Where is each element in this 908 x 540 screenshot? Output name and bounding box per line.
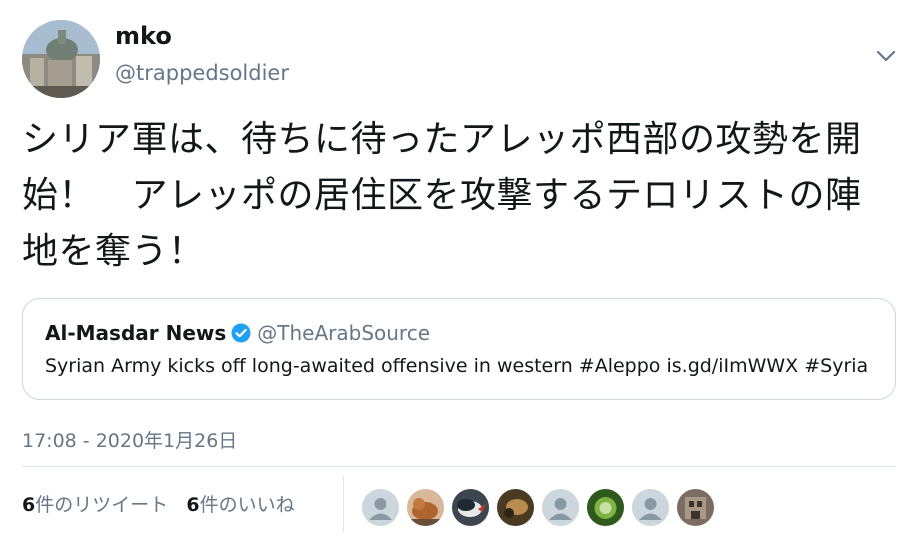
retweet-label: 件のリツイート	[35, 494, 169, 516]
chevron-down-icon[interactable]	[872, 44, 900, 68]
tweet-timestamp[interactable]: 17:08 - 2020年1月26日	[22, 426, 237, 453]
liker-avatar[interactable]	[407, 489, 444, 526]
cabbage-photo-icon	[587, 489, 624, 526]
engagement-stats: 6件のリツイート 6件のいいね	[22, 490, 295, 517]
liker-avatar[interactable]	[452, 489, 489, 526]
animal-photo-icon	[497, 489, 534, 526]
quoted-tweet[interactable]: Al-Masdar News @TheArabSource Syrian Army…	[22, 298, 896, 400]
stats-separator	[343, 476, 344, 532]
author-name[interactable]: mko	[115, 22, 172, 50]
retweet-count-link[interactable]: 6件のリツイート	[22, 494, 168, 516]
liker-avatar[interactable]	[677, 489, 714, 526]
building-photo-icon	[677, 489, 714, 526]
tweet-text: シリア軍は、待ちに待ったアレッポ西部の攻勢を開始！ アレッポの居住区を攻撃するテ…	[22, 119, 862, 272]
retweet-count: 6	[22, 494, 36, 516]
default-user-icon	[632, 489, 669, 526]
liker-avatar[interactable]	[362, 489, 399, 526]
quoted-tweet-header: Al-Masdar News @TheArabSource	[45, 321, 430, 348]
author-handle[interactable]: @trappedsoldier	[115, 61, 289, 85]
quoted-author-handle: @TheArabSource	[257, 321, 431, 345]
default-user-icon	[542, 489, 579, 526]
bird-photo-icon	[452, 489, 489, 526]
author-avatar[interactable]	[22, 20, 100, 98]
liker-avatar[interactable]	[587, 489, 624, 526]
quoted-author-name: Al-Masdar News	[45, 321, 227, 345]
cathedral-icon	[22, 20, 100, 98]
like-count: 6	[186, 494, 200, 516]
liker-avatar[interactable]	[542, 489, 579, 526]
liker-avatar[interactable]	[632, 489, 669, 526]
divider	[22, 466, 896, 467]
like-label: 件のいいね	[199, 494, 295, 516]
default-user-icon	[362, 489, 399, 526]
quoted-tweet-text: Syrian Army kicks off long-awaited offen…	[45, 355, 869, 377]
liker-avatar[interactable]	[497, 489, 534, 526]
cat-photo-icon	[407, 489, 444, 526]
verified-badge-icon	[231, 323, 251, 348]
like-count-link[interactable]: 6件のいいね	[186, 494, 294, 516]
